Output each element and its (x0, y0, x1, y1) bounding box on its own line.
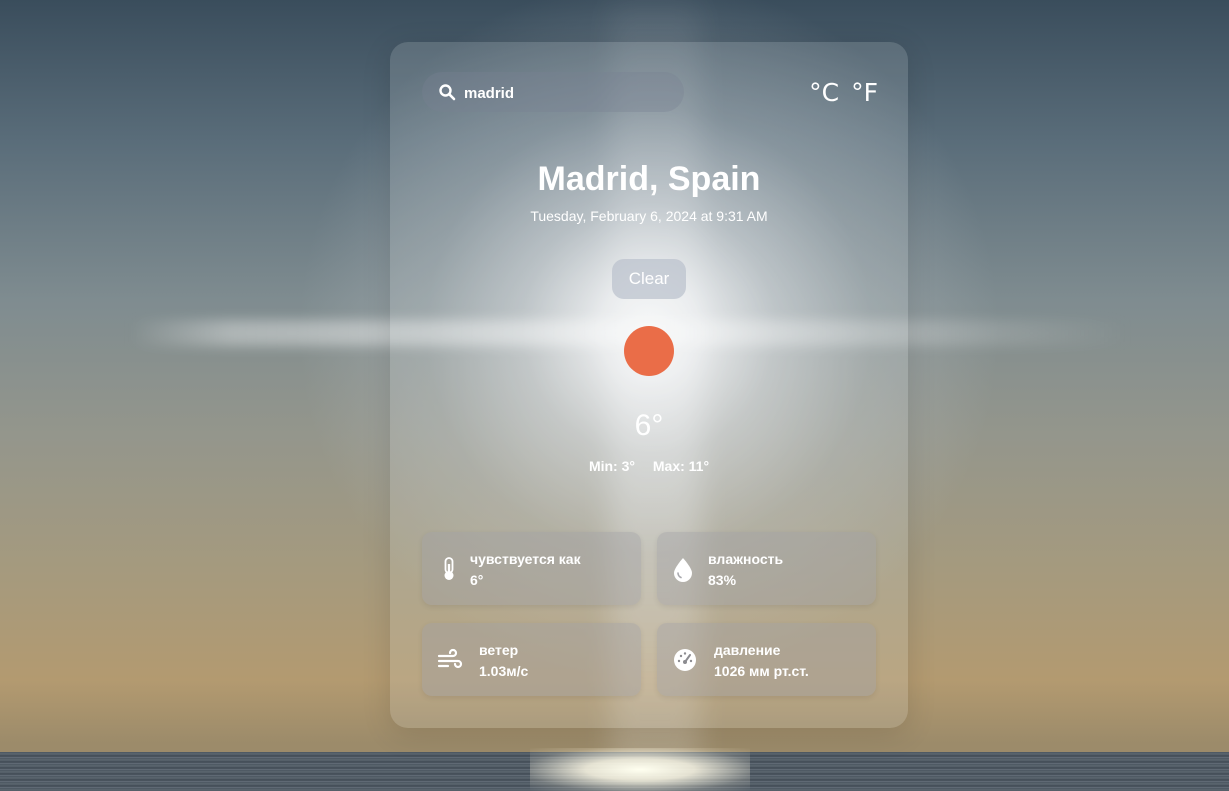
sun-icon (624, 326, 674, 376)
wind-label: ветер (479, 642, 519, 658)
search-icon[interactable] (438, 83, 456, 101)
min-max-temperature: Min: 3° Max: 11° (390, 458, 908, 474)
feels-like-value: 6° (470, 572, 484, 588)
humidity-label: влажность (708, 551, 784, 567)
pressure-value: 1026 мм рт.ст. (714, 663, 809, 679)
gauge-icon (674, 649, 696, 671)
feels-like-tile: чувствуется как 6° (422, 532, 641, 605)
local-datetime: Tuesday, February 6, 2024 at 9:31 AM (530, 208, 768, 224)
fahrenheit-button[interactable]: °F (851, 78, 878, 107)
humidity-tile: влажность 83% (657, 532, 876, 605)
search-bar (422, 72, 684, 112)
search-input[interactable] (462, 80, 666, 106)
pressure-label: давление (714, 642, 781, 658)
thermometer-icon (444, 557, 454, 580)
droplet-icon (674, 558, 692, 582)
wind-tile: ветер 1.03м/с (422, 623, 641, 696)
city-title: Madrid, Spain (537, 160, 761, 198)
current-temperature: 6° (634, 409, 664, 442)
condition-badge: Clear (612, 259, 686, 299)
unit-toggle: °C °F (809, 78, 878, 107)
feels-like-label: чувствуется как (470, 551, 581, 567)
min-temperature: Min: 3° (588, 458, 635, 474)
max-temperature: Max: 11° (652, 458, 710, 474)
celsius-button[interactable]: °C (809, 78, 839, 107)
wind-value: 1.03м/с (479, 663, 529, 679)
pressure-tile: давление 1026 мм рт.ст. (657, 623, 876, 696)
sea-glare (530, 748, 750, 791)
weather-card: °C °F Madrid, Spain Tuesday, February 6,… (390, 42, 908, 728)
wind-icon (437, 648, 463, 669)
humidity-value: 83% (708, 572, 737, 588)
